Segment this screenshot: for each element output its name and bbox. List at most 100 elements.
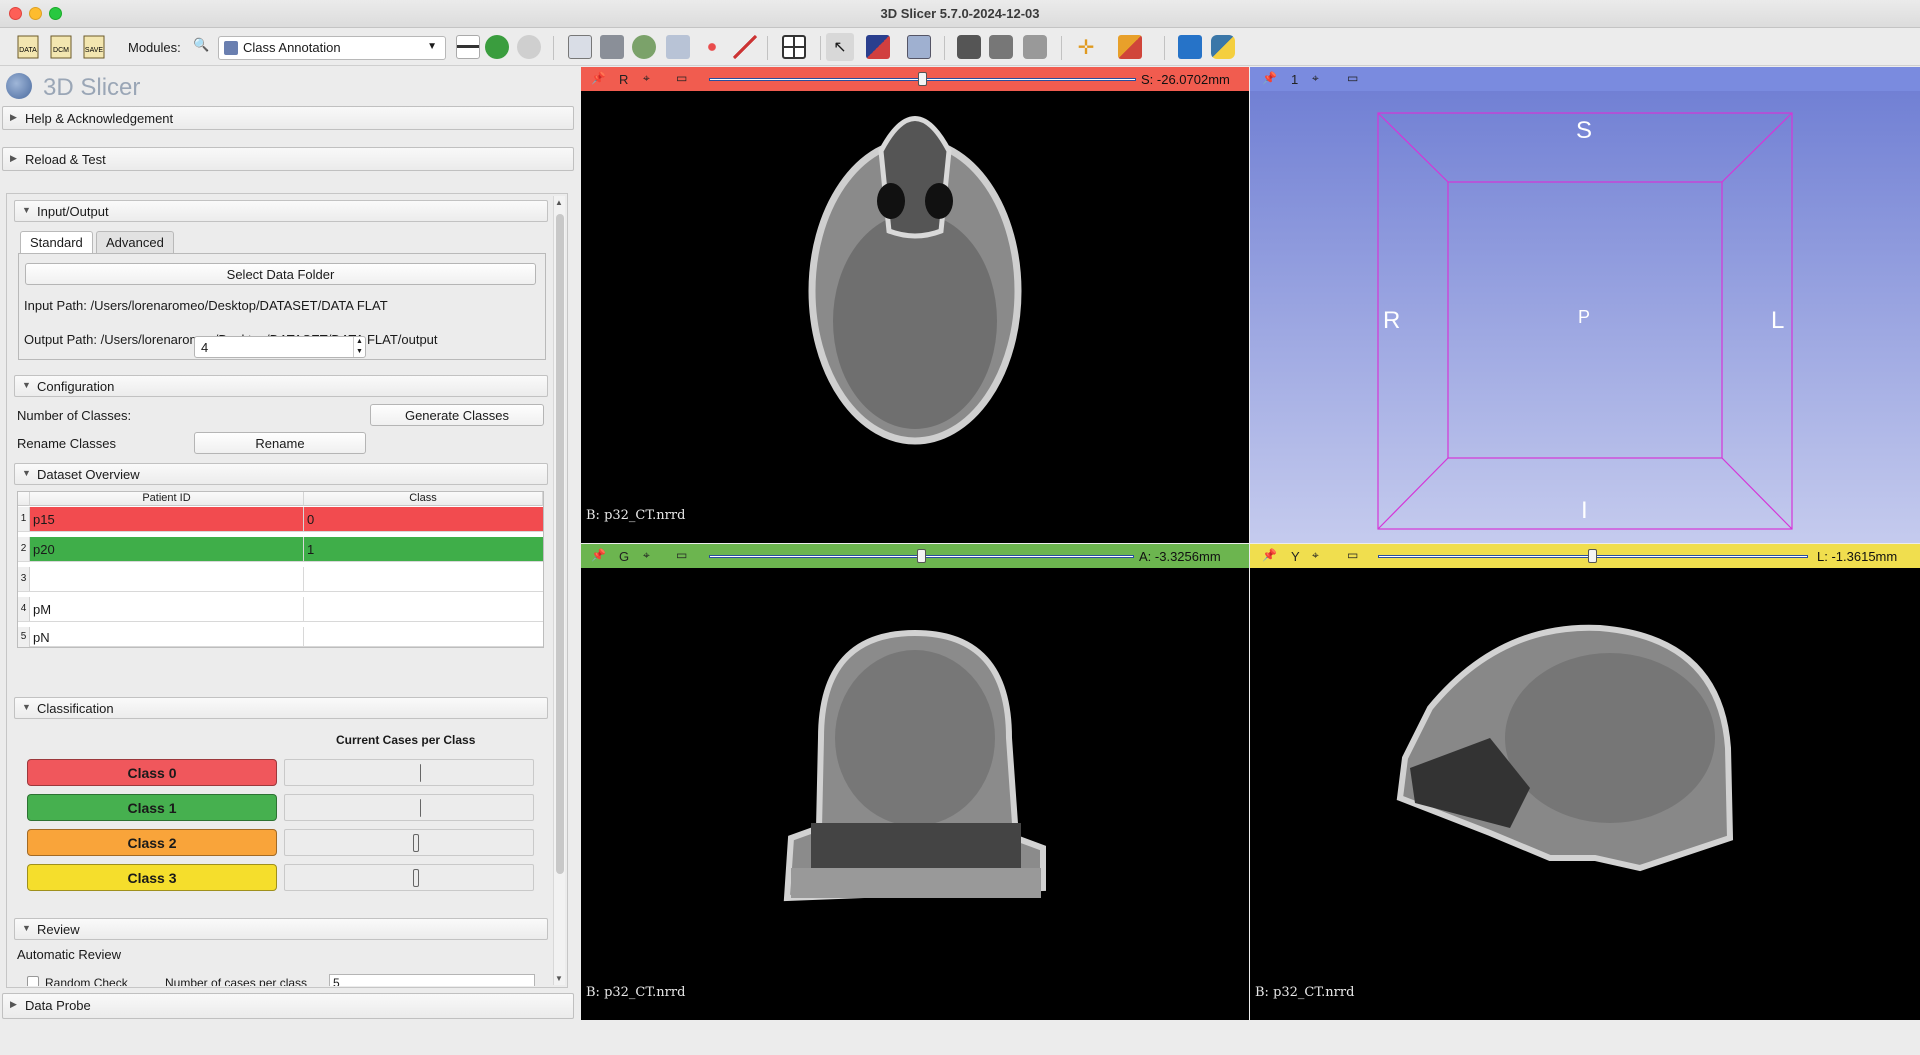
volumes-button[interactable] — [598, 33, 626, 61]
place-markup-button[interactable] — [1116, 33, 1144, 61]
module-selector[interactable]: Class Annotation ▼ — [218, 36, 446, 60]
spin-arrows-icon[interactable]: ▲ ▼ — [353, 337, 365, 357]
center-view-icon[interactable]: ⌖ — [1312, 71, 1319, 86]
scroll-up-icon[interactable]: ▲ — [555, 198, 563, 207]
table-row[interactable]: 3 — [18, 567, 543, 592]
help-panel-header[interactable]: ▶ Help & Acknowledgement — [2, 106, 574, 130]
class-cell[interactable] — [304, 627, 543, 647]
markups-button[interactable] — [698, 33, 726, 61]
table-row[interactable]: 2 p20 1 — [18, 537, 543, 562]
automatic-review-label: Automatic Review — [17, 947, 122, 962]
back-button[interactable] — [483, 33, 511, 61]
crosshair-view-button[interactable] — [905, 33, 933, 61]
class-3-button[interactable]: Class 3 — [27, 864, 277, 891]
link-icon[interactable]: ⌖ — [1312, 548, 1319, 563]
models-button[interactable] — [630, 33, 658, 61]
link-icon[interactable]: ⌖ — [643, 71, 650, 86]
extensions-button[interactable] — [1176, 33, 1204, 61]
class-cell[interactable] — [304, 597, 543, 621]
red-slice-view[interactable]: 📌 R ⌖ ▭ S: -26.0702mm B: p32_CT.nrrd — [581, 67, 1249, 543]
slice-slider-handle[interactable] — [917, 549, 926, 563]
transforms-button[interactable] — [664, 33, 692, 61]
data-probe-header[interactable]: ▶ Data Probe — [2, 993, 574, 1019]
dicom-button[interactable]: DCM — [47, 33, 75, 61]
table-row[interactable]: 5 pN — [18, 627, 543, 647]
save-button[interactable]: SAVE — [80, 33, 108, 61]
place-fiducial-button[interactable]: ✛ — [1072, 33, 1100, 61]
tab-standard[interactable]: Standard — [20, 231, 93, 253]
layout-button[interactable] — [780, 33, 808, 61]
coronal-ct-image — [783, 629, 1046, 902]
row-number: 1 — [18, 507, 30, 531]
class-cell[interactable]: 0 — [304, 507, 543, 531]
3d-view[interactable]: 📌 1 ⌖ ▭ S R L P I — [1250, 67, 1920, 543]
patient-id-cell[interactable] — [30, 567, 304, 591]
tab-advanced[interactable]: Advanced — [96, 231, 174, 253]
generate-classes-button[interactable]: Generate Classes — [370, 404, 544, 426]
config-section-header[interactable]: ▼ Configuration — [14, 375, 548, 397]
cases-per-class-input[interactable]: 5 — [329, 974, 535, 986]
column-header-patient-id[interactable]: Patient ID — [30, 492, 304, 506]
pin-icon[interactable]: 📌 — [591, 71, 606, 85]
maximize-view-icon[interactable]: ▭ — [1347, 548, 1358, 562]
select-mode-button[interactable]: ↖ — [826, 33, 854, 61]
row-number: 3 — [18, 567, 30, 591]
io-section-header[interactable]: ▼ Input/Output — [14, 200, 548, 222]
scene-view-button[interactable] — [987, 33, 1015, 61]
patient-id-cell[interactable]: p15 — [30, 507, 304, 531]
patient-id-cell[interactable]: p20 — [30, 537, 304, 561]
data-module-button[interactable] — [566, 33, 594, 61]
slice-offset-value: L: -1.3615mm — [1817, 549, 1898, 564]
classification-section-header[interactable]: ▼ Classification — [14, 697, 548, 719]
slice-slider-handle[interactable] — [1588, 549, 1597, 563]
module-selected-label: Class Annotation — [243, 40, 341, 55]
pin-icon[interactable]: 📌 — [1262, 71, 1277, 85]
link-icon[interactable]: ⌖ — [643, 548, 650, 563]
table-row[interactable]: 1 p15 0 — [18, 507, 543, 532]
green-slice-view[interactable]: 📌 G ⌖ ▭ A: -3.3256mm B: p32_CT.nrrd — [581, 544, 1249, 1020]
yellow-slice-view[interactable]: 📌 Y ⌖ ▭ L: -1.3615mm B: p32_CT.nrrd — [1250, 544, 1920, 1020]
vertical-scrollbar[interactable]: ▲ ▼ — [553, 196, 565, 985]
table-row[interactable]: 4 pM — [18, 597, 543, 622]
slice-slider-handle[interactable] — [918, 72, 927, 86]
num-classes-spinbox[interactable]: 4 ▲ ▼ — [194, 336, 366, 358]
window-level-button[interactable] — [864, 33, 892, 61]
patient-id-cell[interactable]: pN — [30, 627, 304, 647]
forward-button[interactable] — [515, 33, 543, 61]
maximize-view-icon[interactable]: ▭ — [676, 548, 687, 562]
scene-restore-button[interactable] — [1021, 33, 1049, 61]
class-0-button[interactable]: Class 0 — [27, 759, 277, 786]
class-2-button[interactable]: Class 2 — [27, 829, 277, 856]
python-console-button[interactable] — [1209, 33, 1237, 61]
patient-id-cell[interactable]: pM — [30, 597, 304, 621]
load-data-button[interactable]: DATA — [14, 33, 42, 61]
review-section-header[interactable]: ▼ Review — [14, 918, 548, 940]
scroll-down-icon[interactable]: ▼ — [555, 974, 563, 983]
reload-panel-header[interactable]: ▶ Reload & Test — [2, 147, 574, 171]
dataset-table[interactable]: Patient ID Class 1 p15 0 2 p20 1 3 4 pM … — [17, 491, 544, 648]
rename-button[interactable]: Rename — [194, 432, 366, 454]
maximize-view-icon[interactable]: ▭ — [676, 71, 687, 85]
column-header-class[interactable]: Class — [304, 492, 543, 506]
random-check-checkbox[interactable] — [27, 976, 39, 986]
scrollbar-thumb[interactable] — [556, 214, 564, 874]
markup-icon — [1118, 35, 1142, 59]
module-search-icon[interactable]: 🔍 — [193, 37, 209, 53]
maximize-view-icon[interactable]: ▭ — [1347, 71, 1358, 85]
class-1-button[interactable]: Class 1 — [27, 794, 277, 821]
dataset-section-header[interactable]: ▼ Dataset Overview — [14, 463, 548, 485]
class-cell[interactable]: 1 — [304, 537, 543, 561]
module-history-button[interactable] — [454, 33, 482, 61]
config-section-label: Configuration — [37, 379, 115, 394]
modules-label: Modules: — [128, 40, 181, 55]
select-data-folder-button[interactable]: Select Data Folder — [25, 263, 536, 285]
class-cell[interactable] — [304, 567, 543, 591]
pin-icon[interactable]: 📌 — [1262, 548, 1277, 562]
pin-icon[interactable]: 📌 — [591, 548, 606, 562]
segment-editor-button[interactable] — [731, 33, 759, 61]
3d-view-controller: 📌 1 ⌖ ▭ — [1250, 67, 1920, 91]
table-corner — [18, 492, 30, 506]
arrow-left-icon — [485, 35, 509, 59]
screenshot-button[interactable] — [955, 33, 983, 61]
markups-icon — [700, 35, 724, 59]
